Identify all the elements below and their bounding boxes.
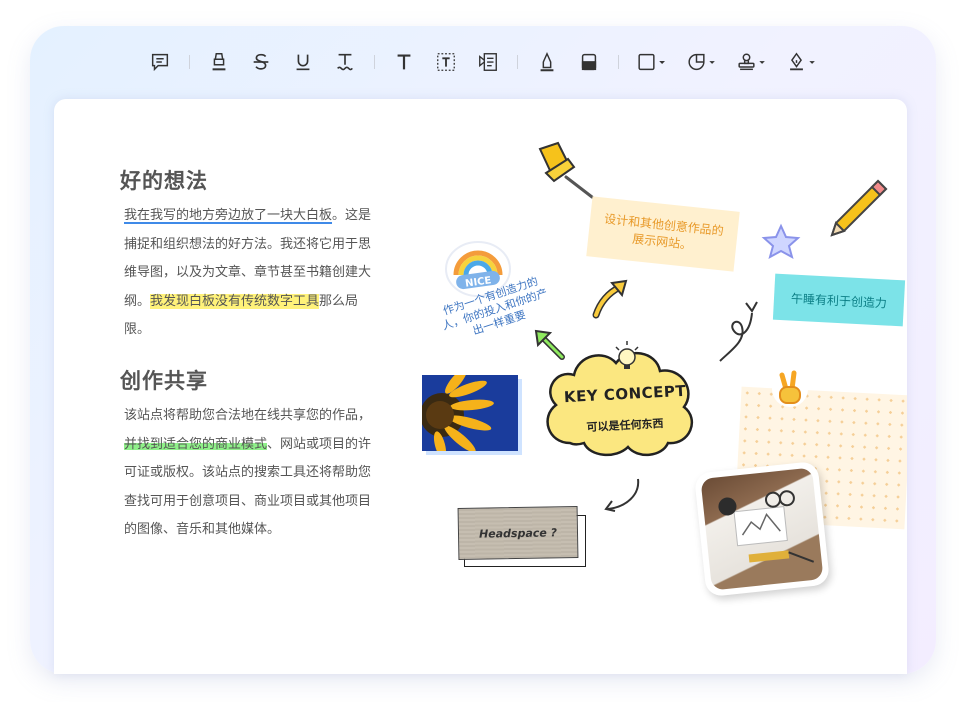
pencil-sticker-icon[interactable] — [820, 175, 892, 245]
highlighter-icon — [212, 53, 226, 71]
pencil-icon — [540, 51, 554, 72]
comment-note-icon — [151, 53, 169, 72]
desk-photo-image — [700, 467, 824, 591]
sunflower-image[interactable] — [422, 375, 518, 451]
rectangle-icon — [638, 53, 665, 71]
annotation-toolbar — [30, 26, 936, 98]
text-box-icon — [437, 53, 455, 71]
strikethrough-tool[interactable] — [246, 47, 276, 77]
app-frame: 好的想法 我在我写的地方旁边放了一块大白板。这是捕捉和组织想法的好方法。我还将它… — [30, 26, 936, 674]
stamp-tool[interactable] — [733, 47, 771, 77]
paragraph-text: 该站点将帮助您合法地在线共享您的作品， — [124, 408, 372, 423]
loop-arrow-doodle-icon[interactable] — [716, 295, 766, 365]
section-paragraph-good-ideas: 我在我写的地方旁边放了一块大白板。这是捕捉和组织想法的好方法。我还将它用于思维导… — [124, 202, 374, 345]
headspace-card[interactable]: Headspace ? — [457, 505, 579, 561]
strikethrough-icon — [253, 53, 269, 70]
section-paragraph-creative-commons: 该站点将帮助您合法地在线共享您的作品，并找到适合您的商业模式、网站或项目的许可证… — [124, 402, 374, 545]
sticker-icon — [688, 53, 715, 71]
sticker-tool[interactable] — [683, 47, 721, 77]
sticky-note-orange[interactable]: 设计和其他创意作品的展示网站。 — [586, 196, 740, 272]
pencil-tool[interactable] — [532, 47, 562, 77]
headspace-label: Headspace ? — [478, 525, 558, 541]
comment-note-tool[interactable] — [145, 47, 175, 77]
callout-tool[interactable] — [473, 47, 503, 77]
signature-pen-icon — [790, 52, 815, 71]
highlighted-text[interactable]: 并找到适合您的商业模式 — [124, 436, 268, 452]
desk-photo[interactable] — [693, 460, 831, 598]
stamp-icon — [738, 53, 765, 71]
eraser-tool[interactable] — [574, 47, 604, 77]
star-doodle-icon[interactable] — [760, 223, 802, 259]
squiggly-underline-icon — [337, 53, 353, 71]
underline-icon — [296, 54, 310, 71]
shape-tool[interactable] — [633, 47, 671, 77]
signature-tool[interactable] — [783, 47, 821, 77]
toolbar-separator — [517, 55, 518, 69]
key-concept-cloud[interactable]: KEY CONCEPT 可以是任何东西 — [536, 333, 714, 463]
arrow-down-left-doodle-icon[interactable] — [594, 475, 644, 515]
section-heading-good-ideas: 好的想法 — [120, 169, 208, 193]
section-heading-creative-commons: 创作共享 — [120, 369, 208, 393]
sticky-note-cyan[interactable]: 午睡有利于创造力 — [772, 273, 906, 327]
underline-tool[interactable] — [288, 47, 318, 77]
callout-icon — [479, 53, 497, 71]
squiggly-underline-tool[interactable] — [330, 47, 360, 77]
text-box-tool[interactable] — [431, 47, 461, 77]
toolbar-separator — [374, 55, 375, 69]
toolbar-separator — [618, 55, 619, 69]
text-icon — [397, 54, 411, 70]
text-tool[interactable] — [389, 47, 419, 77]
highlighted-text[interactable]: 我发现白板没有传统数字工具 — [150, 293, 320, 309]
arrow-up-yellow-icon[interactable] — [588, 275, 634, 321]
whiteboard-canvas[interactable]: 好的想法 我在我写的地方旁边放了一块大白板。这是捕捉和组织想法的好方法。我还将它… — [54, 99, 907, 674]
underlined-text[interactable]: 我在我写的地方旁边放了一块大白板 — [124, 208, 332, 223]
peace-hand-sticker-icon[interactable] — [770, 365, 810, 411]
toolbar-separator — [189, 55, 190, 69]
highlight-tool[interactable] — [204, 47, 234, 77]
eraser-icon — [581, 53, 597, 71]
